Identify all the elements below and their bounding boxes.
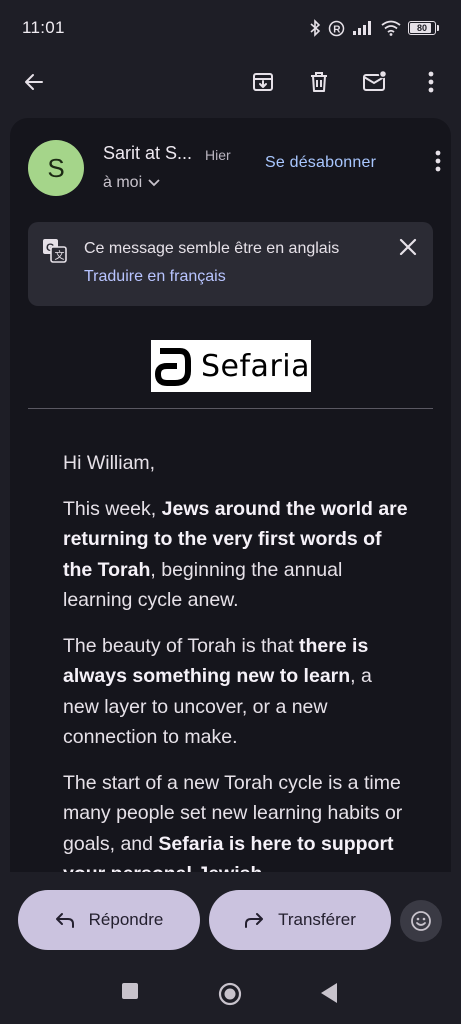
- more-vert-icon[interactable]: [435, 150, 441, 177]
- translate-message: Ce message semble être en anglais: [84, 240, 340, 257]
- email-card: S Sarit at S... Hier à moi Se désabonner…: [10, 118, 451, 872]
- logo-text: Sefaria: [201, 348, 310, 384]
- recents-icon[interactable]: [121, 982, 139, 1005]
- status-bar: 11:01 R 80: [0, 0, 461, 56]
- svg-text:R: R: [333, 24, 341, 35]
- battery-cap: [437, 25, 439, 31]
- reply-button[interactable]: Répondre: [18, 890, 200, 950]
- email-body: Hi William, This week, Jews around the w…: [63, 448, 408, 872]
- paragraph-3: The start of a new Torah cycle is a time…: [63, 771, 403, 873]
- toolbar-actions: [247, 66, 447, 98]
- chevron-down-icon: [148, 179, 160, 187]
- svg-text:文: 文: [55, 249, 65, 262]
- mark-unread-icon[interactable]: [359, 66, 391, 98]
- reply-actions: Répondre Transférer: [0, 872, 461, 968]
- email-date: Hier: [205, 147, 231, 163]
- paragraph-1: This week, Jews around the world are ret…: [63, 497, 408, 612]
- translate-link[interactable]: Traduire en français: [84, 268, 226, 286]
- emoji-icon: [411, 911, 431, 931]
- translate-banner: G文 Ce message semble être en anglais Tra…: [28, 222, 433, 306]
- battery-icon: 80: [408, 21, 439, 35]
- status-time: 11:01: [22, 18, 65, 37]
- battery-level: 80: [416, 23, 427, 33]
- bluetooth-icon: [309, 19, 321, 37]
- reply-label: Répondre: [88, 910, 164, 929]
- sender-row: S Sarit at S... Hier à moi Se désabonner: [28, 140, 441, 200]
- divider: [28, 408, 433, 409]
- archive-icon[interactable]: [247, 66, 279, 98]
- more-vert-icon[interactable]: [415, 66, 447, 98]
- sender-name[interactable]: Sarit at S...: [103, 143, 192, 164]
- email-toolbar: [0, 56, 461, 108]
- emoji-reaction-button[interactable]: [400, 900, 442, 942]
- battery-indicator: 80: [408, 21, 436, 35]
- close-icon[interactable]: [397, 236, 419, 263]
- avatar[interactable]: S: [28, 140, 84, 196]
- status-icons: R 80: [309, 19, 439, 37]
- translate-icon: G文: [42, 238, 68, 269]
- back-arrow-icon[interactable]: [18, 66, 50, 98]
- recipient-label: à moi: [103, 174, 143, 191]
- paragraph-2: The beauty of Torah is that there is alw…: [63, 634, 372, 749]
- forward-label: Transférer: [278, 910, 356, 929]
- delete-icon[interactable]: [303, 66, 335, 98]
- back-icon[interactable]: [320, 982, 338, 1009]
- forward-icon: [245, 913, 264, 928]
- wifi-icon: [381, 20, 401, 36]
- sefaria-logo[interactable]: Sefaria: [151, 340, 311, 392]
- greeting: Hi William,: [63, 452, 156, 474]
- recipient-details[interactable]: à moi: [103, 174, 160, 192]
- unsubscribe-button[interactable]: Se désabonner: [265, 154, 376, 172]
- registered-icon: R: [328, 20, 345, 37]
- system-nav-bar: [0, 968, 461, 1024]
- sefaria-logo-icon: [155, 348, 191, 386]
- signal-icon: [352, 20, 374, 36]
- reply-icon: [55, 913, 74, 928]
- home-icon[interactable]: [218, 982, 242, 1011]
- forward-button[interactable]: Transférer: [209, 890, 391, 950]
